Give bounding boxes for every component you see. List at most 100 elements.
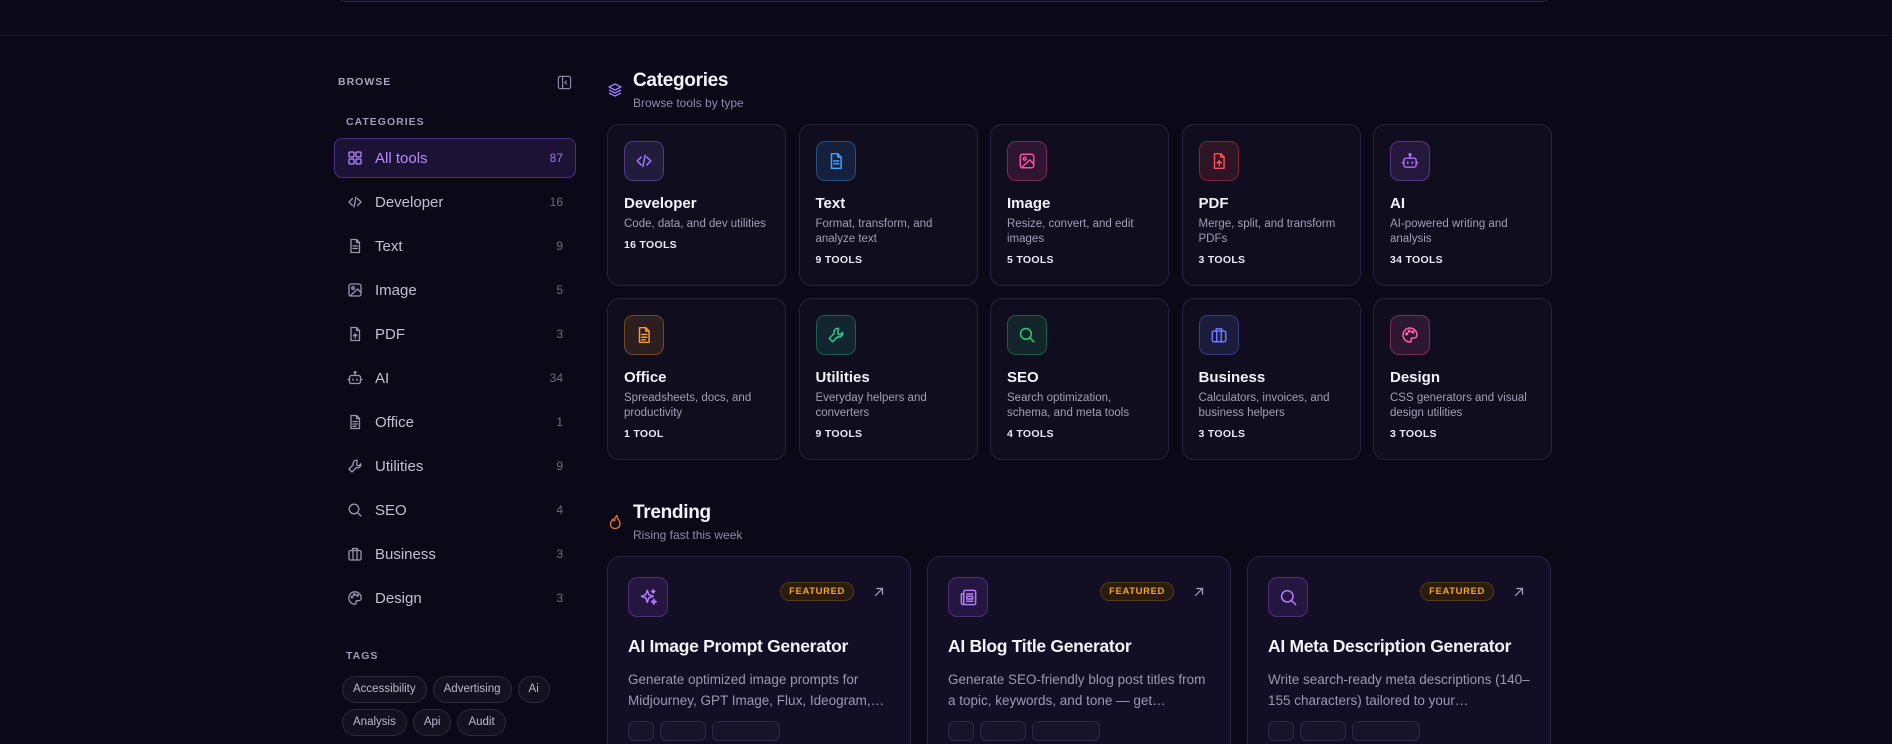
category-card-icon <box>815 141 856 181</box>
search-icon <box>1019 327 1035 343</box>
category-card-description: Everyday helpers and converters <box>815 392 927 419</box>
category-card-design[interactable]: Design CSS generators and visual design u… <box>1373 298 1552 460</box>
category-card-title: SEO <box>1007 369 1039 386</box>
search-bar[interactable] <box>338 0 1550 2</box>
sidebar-item-developer[interactable]: Developer 16 <box>334 182 576 222</box>
category-card-count: 3 TOOLS <box>1198 428 1246 440</box>
sidebar-item-seo[interactable]: SEO 4 <box>334 490 576 530</box>
sidebar-item-all-tools[interactable]: All tools 87 <box>334 138 576 178</box>
sidebar-item-count: 3 <box>556 591 563 605</box>
category-card-title: Image <box>1007 195 1051 212</box>
wrench-icon <box>348 459 362 473</box>
trending-card-chips <box>628 721 890 741</box>
trending-grid: FEATURED AI Image Prompt Generator Generat… <box>607 556 1551 744</box>
sidebar-item-count: 3 <box>556 547 563 561</box>
sidebar-item-label: Image <box>375 281 417 299</box>
category-card-title: AI <box>1390 195 1405 212</box>
trending-card-header: FEATURED <box>948 577 1210 617</box>
category-card-pdf[interactable]: PDF Merge, split, and transform PDFs 3 TOO… <box>1181 124 1361 286</box>
sidebar-item-label: Business <box>375 545 436 563</box>
sidebar-collapse-icon <box>557 75 571 89</box>
document-icon <box>350 238 361 254</box>
trending-card-title: AI Image Prompt Generator <box>628 636 849 656</box>
sidebar-item-count: 16 <box>549 195 563 209</box>
tag-chip[interactable]: Ai <box>517 676 550 703</box>
sidebar-item-image[interactable]: Image 5 <box>334 270 576 310</box>
category-card-count: 34 TOOLS <box>1390 254 1443 266</box>
sidebar-item-business[interactable]: Business 3 <box>334 534 576 574</box>
category-card-image[interactable]: Image Resize, convert, and edit images 5 T… <box>990 124 1169 286</box>
sidebar-item-office[interactable]: Office 1 <box>334 402 576 442</box>
trending-card[interactable]: FEATURED AI Blog Title Generator Generate … <box>927 556 1231 744</box>
chip <box>1300 721 1346 741</box>
category-card-icon <box>1007 141 1047 181</box>
briefcase-icon <box>348 547 362 561</box>
code-icon <box>348 196 362 208</box>
category-card-developer[interactable]: Developer Code, data, and dev utilities 16… <box>607 124 786 286</box>
category-card-business[interactable]: Business Calculators, invoices, and busin… <box>1181 298 1361 460</box>
sidebar-item-ai[interactable]: AI 34 <box>334 358 576 398</box>
category-card-ai[interactable]: AI AI-powered writing and analysis 34 TOOL… <box>1373 124 1552 286</box>
image-icon <box>1019 153 1035 169</box>
trending-card[interactable]: FEATURED AI Image Prompt Generator Generat… <box>607 556 911 744</box>
arrow-up-right-icon[interactable] <box>872 585 886 599</box>
trending-card[interactable]: FEATURED AI Meta Description Generator Wri… <box>1247 556 1551 744</box>
sidebar-item-count: 5 <box>556 283 563 297</box>
sidebar-item-label: PDF <box>375 325 405 343</box>
category-card-description: AI-powered writing and analysis <box>1390 218 1508 245</box>
category-card-utilities[interactable]: Utilities Everyday helpers and converters… <box>798 298 978 460</box>
categories-header: Categories Browse tools by type <box>607 70 1551 110</box>
category-grid: Developer Code, data, and dev utilities 16… <box>607 124 1552 460</box>
trending-card-description: Write search-ready meta descriptions (14… <box>1268 672 1530 708</box>
sidebar-item-pdf[interactable]: PDF 3 <box>334 314 576 354</box>
tag-chip[interactable]: Analysis <box>342 709 407 736</box>
tag-chip[interactable]: Accessibility <box>342 676 427 703</box>
collapse-sidebar-button[interactable] <box>556 74 572 90</box>
category-card-title: Design <box>1390 369 1441 386</box>
trending-header: Trending Rising fast this week <box>607 502 1551 542</box>
palette-icon <box>1402 327 1418 343</box>
sidebar-item-count: 34 <box>549 371 563 385</box>
chip <box>1032 721 1100 741</box>
trending-card-chips <box>948 721 1210 741</box>
category-card-seo[interactable]: SEO Search optimization, schema, and meta… <box>990 298 1169 460</box>
tag-chip[interactable]: Advertising <box>432 676 512 703</box>
category-card-office[interactable]: Office Spreadsheets, docs, and productivi… <box>607 298 786 460</box>
sidebar-item-count: 1 <box>556 415 563 429</box>
tag-chip[interactable]: Audit <box>457 709 506 736</box>
featured-badge: FEATURED <box>780 582 854 601</box>
tag-list: Accessibility Advertising Ai Analysis Api Aud… <box>342 676 572 736</box>
sidebar-item-count: 3 <box>556 327 563 341</box>
category-card-description: Format, transform, and analyze text <box>815 218 933 245</box>
trending-card-icon <box>628 577 668 617</box>
category-card-title: Text <box>815 195 846 212</box>
trending-card-header: FEATURED <box>628 577 890 617</box>
tag-chip[interactable]: Api <box>412 709 452 736</box>
category-card-description: Calculators, invoices, and business help… <box>1198 392 1330 419</box>
robot-icon <box>347 370 363 385</box>
category-card-description: Resize, convert, and edit images <box>1007 218 1134 245</box>
sidebar-item-text[interactable]: Text 9 <box>334 226 576 266</box>
wrench-icon <box>828 327 843 343</box>
category-card-description: Code, data, and dev utilities <box>624 218 766 230</box>
main-content: Categories Browse tools by type Develope… <box>607 70 1552 744</box>
briefcase-icon <box>1211 328 1226 343</box>
grid-icon <box>348 151 362 165</box>
category-card-text[interactable]: Text Format, transform, and analyze text 9… <box>798 124 978 286</box>
trending-card-header: FEATURED <box>1268 577 1530 617</box>
pdf-icon <box>350 326 361 342</box>
browse-label: BROWSE <box>338 76 392 88</box>
category-card-icon <box>1390 141 1430 181</box>
arrow-up-right-icon[interactable] <box>1512 585 1526 599</box>
category-card-icon <box>624 141 664 181</box>
sidebar-item-count: 9 <box>556 239 563 253</box>
trending-card-meta: FEATURED <box>1100 582 1210 601</box>
sidebar-item-count: 87 <box>549 151 563 165</box>
sidebar-item-utilities[interactable]: Utilities 9 <box>334 446 576 486</box>
trending-subtitle: Rising fast this week <box>633 528 743 542</box>
sidebar-item-label: Office <box>375 413 414 431</box>
trending-card-title: AI Blog Title Generator <box>948 636 1132 656</box>
sidebar-item-design[interactable]: Design 3 <box>334 578 576 618</box>
trending-card-icon <box>948 577 988 617</box>
arrow-up-right-icon[interactable] <box>1192 585 1206 599</box>
